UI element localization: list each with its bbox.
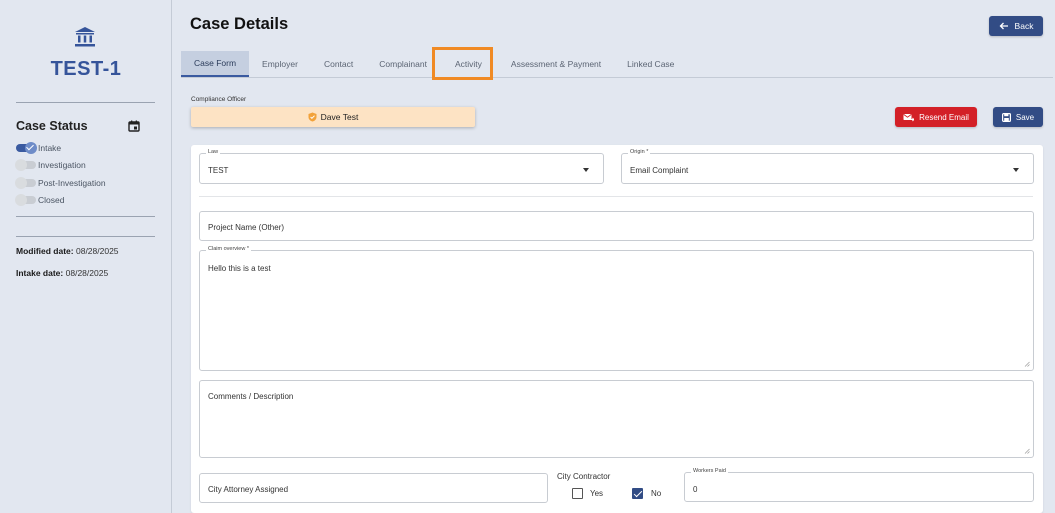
tab-complainant[interactable]: Complainant <box>366 51 440 77</box>
arrow-left-icon <box>999 22 1008 30</box>
modified-date-label: Modified date: <box>16 246 74 256</box>
compliance-officer-chip[interactable]: Dave Test <box>191 107 475 127</box>
divider <box>199 196 1033 197</box>
resize-handle-icon[interactable] <box>1024 448 1030 454</box>
intake-date: Intake date: 08/28/2025 <box>16 268 108 278</box>
page-title: Case Details <box>190 15 289 33</box>
back-button[interactable]: Back <box>989 16 1043 36</box>
tab-employer[interactable]: Employer <box>249 51 311 77</box>
compliance-officer-label: Compliance Officer <box>191 96 247 103</box>
chevron-down-icon <box>1013 168 1019 172</box>
case-id: TEST-1 <box>50 58 122 80</box>
city-attorney-input[interactable]: City Attorney Assigned <box>199 473 548 503</box>
tab-linked-case[interactable]: Linked Case <box>614 51 687 77</box>
status-item-post-investigation[interactable]: Post-Investigation <box>15 177 106 189</box>
claim-overview-textarea[interactable]: Claim overview * Hello this is a test <box>199 246 1034 371</box>
tab-underline <box>181 77 1053 78</box>
origin-select[interactable]: Origin * Email Complaint <box>621 149 1034 184</box>
toggle-switch[interactable] <box>15 177 36 189</box>
origin-value: Email Complaint <box>630 166 689 175</box>
law-label: Law <box>206 149 221 155</box>
divider <box>16 236 155 237</box>
toggle-switch[interactable] <box>16 142 37 154</box>
back-button-label: Back <box>1014 21 1034 31</box>
case-form-card: Law TEST Origin * Email Complaint Projec… <box>191 145 1043 513</box>
intake-date-label: Intake date: <box>16 268 64 278</box>
resize-handle-icon[interactable] <box>1024 361 1030 367</box>
divider <box>16 102 155 103</box>
status-item-investigation[interactable]: Investigation <box>15 159 86 171</box>
status-label: Post-Investigation <box>38 178 106 188</box>
law-select[interactable]: Law TEST <box>199 149 604 184</box>
status-label: Intake <box>38 143 62 153</box>
city-contractor-label: City Contractor <box>557 472 611 481</box>
bank-icon <box>75 27 95 47</box>
claim-overview-value: Hello this is a test <box>208 264 271 273</box>
divider <box>16 216 155 217</box>
comments-textarea[interactable]: Comments / Description <box>199 380 1034 458</box>
calendar-icon[interactable] <box>128 120 140 132</box>
workers-paid-label: Workers Paid <box>691 468 728 474</box>
modified-date: Modified date: 08/28/2025 <box>16 246 119 256</box>
chevron-down-icon <box>583 168 589 172</box>
contractor-no-checkbox[interactable] <box>632 488 643 499</box>
modified-date-value: 08/28/2025 <box>75 246 119 256</box>
tab-case-form[interactable]: Case Form <box>181 51 250 77</box>
save-button[interactable]: Save <box>993 107 1043 127</box>
save-icon <box>1001 112 1011 122</box>
tab-assessment-payment[interactable]: Assessment & Payment <box>498 51 614 77</box>
compliance-officer-name: Dave Test <box>320 112 359 122</box>
law-value: TEST <box>208 166 229 175</box>
sidebar: TEST-1 Case Status Intake Investigation … <box>0 0 172 513</box>
shield-check-icon <box>308 112 317 122</box>
resend-email-label: Resend Email <box>919 112 969 122</box>
contractor-yes-checkbox[interactable] <box>572 488 583 499</box>
claim-overview-label: Claim overview * <box>206 246 251 252</box>
status-label: Closed <box>38 195 65 205</box>
contractor-no-label: No <box>651 489 662 498</box>
toggle-switch[interactable] <box>15 159 36 171</box>
origin-label: Origin * <box>628 149 651 155</box>
status-item-intake[interactable]: Intake <box>16 142 61 154</box>
city-attorney-placeholder: City Attorney Assigned <box>208 485 289 494</box>
workers-paid-value: 0 <box>693 485 698 494</box>
comments-placeholder: Comments / Description <box>208 392 294 401</box>
case-status-title: Case Status <box>16 119 88 133</box>
toggle-switch[interactable] <box>15 194 36 206</box>
resend-email-button[interactable]: Resend Email <box>895 107 977 127</box>
save-label: Save <box>1015 112 1035 122</box>
contractor-yes-label: Yes <box>590 489 604 498</box>
status-item-closed[interactable]: Closed <box>15 194 65 206</box>
workers-paid-input[interactable]: Workers Paid 0 <box>684 468 1034 502</box>
intake-date-value: 08/28/2025 <box>65 268 109 278</box>
tab-bar: Case Form Employer Contact Complainant A… <box>181 51 687 77</box>
project-name-placeholder: Project Name (Other) <box>208 223 285 232</box>
project-name-input[interactable]: Project Name (Other) <box>199 211 1034 241</box>
tab-contact[interactable]: Contact <box>311 51 366 77</box>
mail-send-icon <box>903 113 915 121</box>
status-label: Investigation <box>38 160 86 170</box>
tab-activity[interactable]: Activity <box>440 51 498 77</box>
